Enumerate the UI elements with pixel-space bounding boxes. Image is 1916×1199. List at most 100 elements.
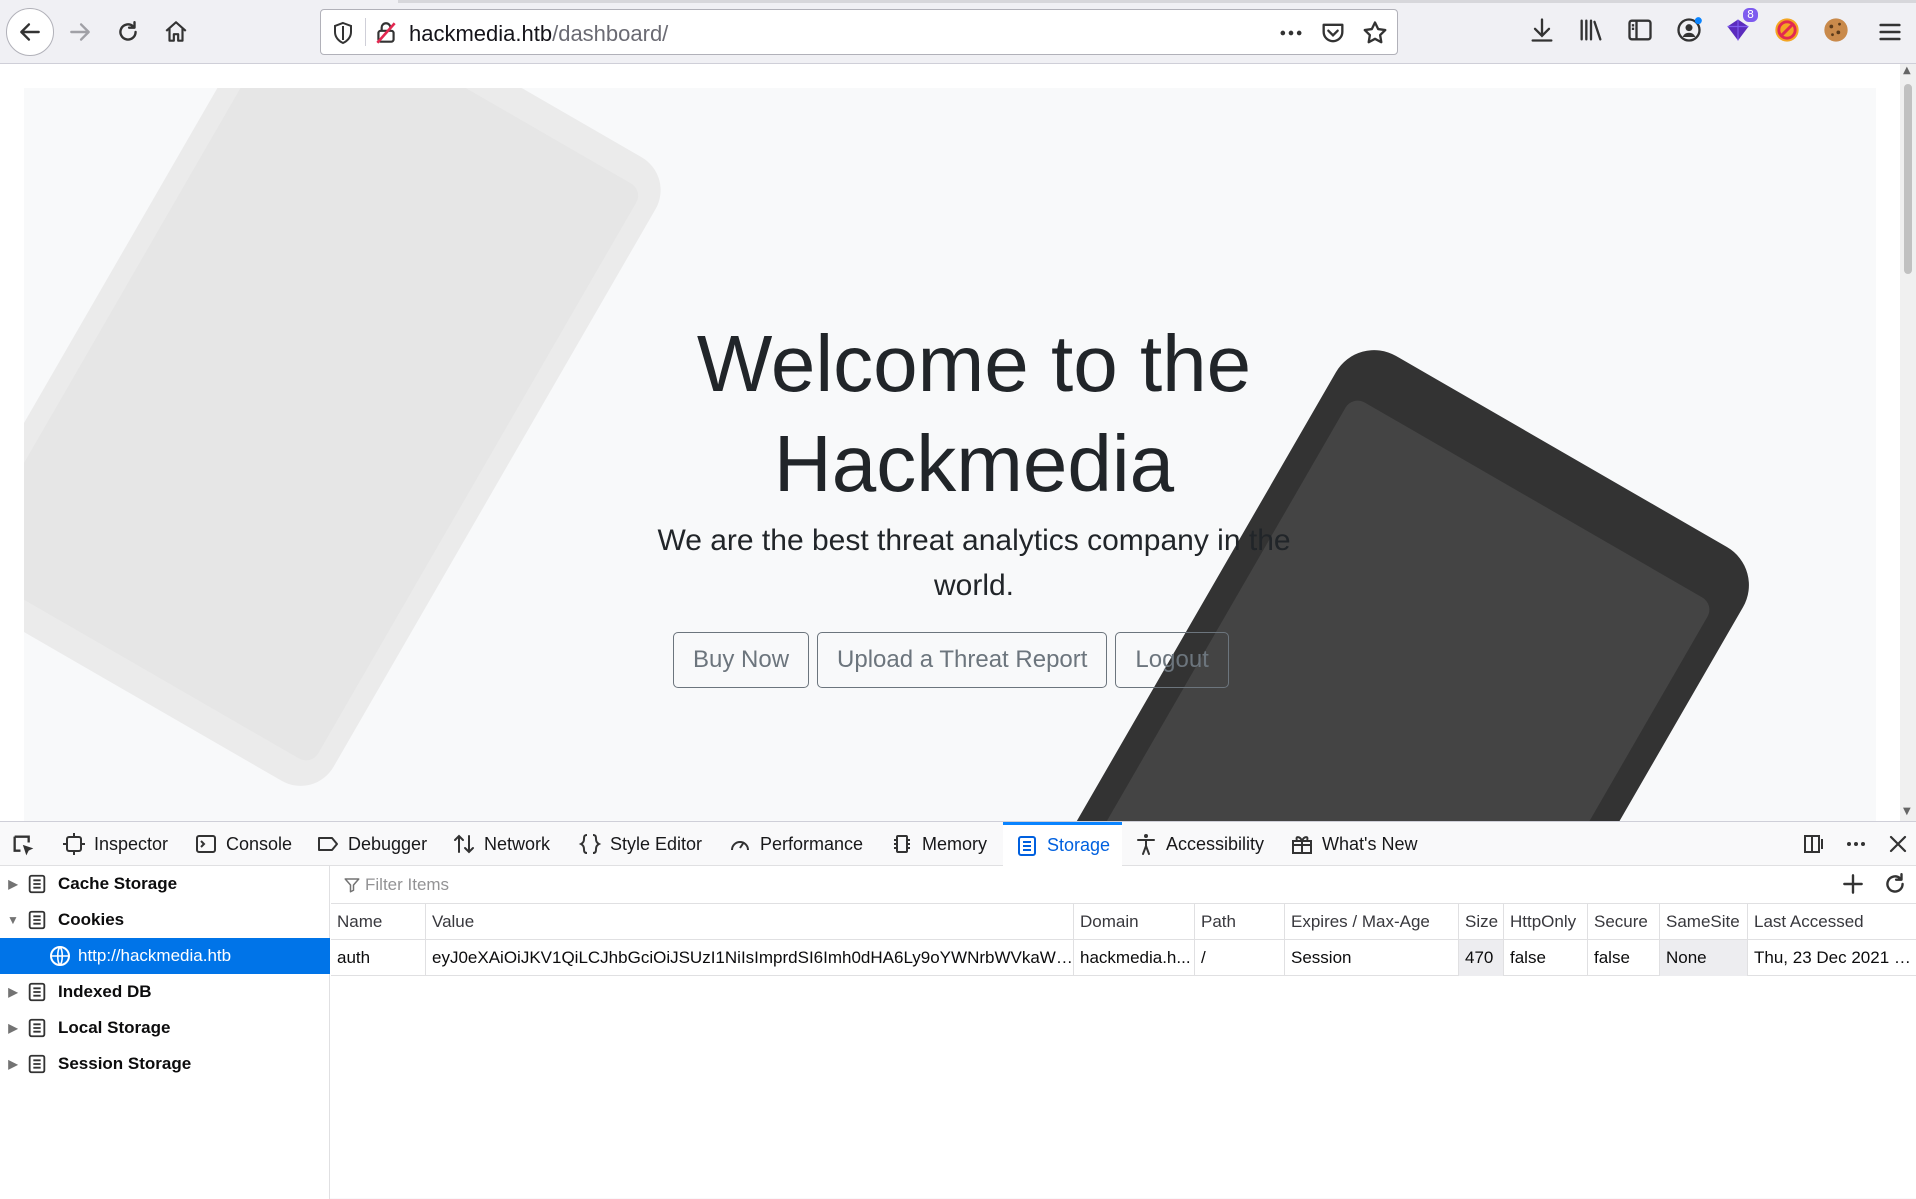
gift-icon [1292,836,1312,854]
sidebar-icon [1628,19,1652,41]
page-scrollbar[interactable]: ▲ ▼ [1900,64,1916,821]
tab-console[interactable]: Console [194,822,292,866]
column-last-accessed-header[interactable]: Last Accessed [1748,904,1916,940]
tree-session-storage[interactable]: ▶ Session Storage [0,1046,330,1082]
cookie-value-cell[interactable]: eyJ0eXAiOiJKV1QiLCJhbGciOiJSUzI1NiIsImpr… [426,940,1074,976]
home-button[interactable] [152,8,200,56]
cookie-last-accessed-cell[interactable]: Thu, 23 Dec 2021 01... [1748,940,1916,976]
insecure-lock-icon[interactable] [373,20,399,46]
cookie-expires-cell[interactable]: Session [1285,940,1459,976]
blocker-extension-button[interactable] [1771,14,1803,46]
scroll-thumb[interactable] [1904,84,1912,274]
arrow-right-icon [70,23,90,41]
refresh-icon[interactable] [1882,871,1908,897]
url-text[interactable]: hackmedia.htb/dashboard/ [409,21,668,47]
cookie-domain-cell[interactable]: hackmedia.h... [1074,940,1195,976]
element-picker-icon[interactable] [10,832,38,860]
blocker-icon [1775,18,1799,42]
cookie-path-cell[interactable]: / [1195,940,1285,976]
filter-bar [331,866,1916,904]
filter-funnel-icon [344,878,360,893]
column-name-header[interactable]: Name [331,904,426,940]
column-expires-header[interactable]: Expires / Max-Age [1285,904,1459,940]
cookie-httponly-cell[interactable]: false [1504,940,1588,976]
storage-db-icon [28,1018,46,1038]
column-size-header[interactable]: Size [1459,904,1504,940]
tab-style-editor[interactable]: Style Editor [578,822,702,866]
tree-cookies[interactable]: ▼ Cookies [0,902,330,938]
table-header: Name Value Domain Path Expires / Max-Age… [331,904,1916,940]
url-separator [365,18,366,46]
tab-debugger[interactable]: Debugger [316,822,427,866]
shield-icon[interactable] [331,21,355,45]
hamburger-menu-icon[interactable] [1876,18,1904,46]
column-domain-header[interactable]: Domain [1074,904,1195,940]
close-devtools-icon[interactable] [1886,832,1910,856]
cookie-extension-button[interactable] [1820,14,1852,46]
more-actions-icon[interactable] [1277,19,1305,47]
storage-db-icon [28,910,46,930]
url-host: hackmedia.htb [409,21,553,46]
tab-accessibility[interactable]: Accessibility [1134,822,1264,866]
pocket-icon[interactable] [1319,19,1347,47]
expand-arrow-icon[interactable]: ▶ [0,1057,26,1071]
collapse-arrow-icon[interactable]: ▼ [0,913,26,927]
tree-local-storage[interactable]: ▶ Local Storage [0,1010,330,1046]
tab-whats-new[interactable]: What's New [1290,822,1417,866]
column-path-header[interactable]: Path [1195,904,1285,940]
add-item-icon[interactable] [1840,871,1866,897]
tab-inspector[interactable]: Inspector [62,822,168,866]
tree-cookies-label: Cookies [58,910,125,929]
cookie-size-cell[interactable]: 470 [1459,940,1504,976]
storage-icon [1018,835,1036,856]
tab-performance[interactable]: Performance [728,822,863,866]
library-button[interactable] [1575,14,1607,46]
cookie-secure-cell[interactable]: false [1588,940,1660,976]
scroll-down-arrow[interactable]: ▼ [1903,807,1913,817]
tree-cache-storage[interactable]: ▶ Cache Storage [0,866,330,902]
column-secure-header[interactable]: Secure [1588,904,1660,940]
sidebar-toggle-button[interactable] [1624,14,1656,46]
reload-button[interactable] [104,8,152,56]
filter-items-input[interactable] [365,873,1565,897]
storage-sidebar: ▶ Cache Storage ▼ Cookies http://hackmed… [0,866,330,1199]
reload-icon [119,21,137,41]
braces-icon [578,834,602,854]
downloads-button[interactable] [1526,14,1558,46]
expand-arrow-icon[interactable]: ▶ [0,877,26,891]
tree-indexed-db[interactable]: ▶ Indexed DB [0,974,330,1010]
expand-arrow-icon[interactable]: ▶ [0,1021,26,1035]
expand-arrow-icon[interactable]: ▶ [0,985,26,999]
logout-button[interactable]: Logout [1115,632,1229,688]
extension-badge: 8 [1743,8,1758,22]
scroll-up-arrow[interactable]: ▲ [1903,66,1913,76]
tab-memory[interactable]: Memory [890,822,987,866]
url-bar[interactable]: hackmedia.htb/dashboard/ [320,9,1398,55]
table-row[interactable]: auth eyJ0eXAiOiJKV1QiLCJhbGciOiJSUzI1NiI… [331,940,1916,976]
back-button[interactable] [6,8,54,56]
buy-now-button[interactable]: Buy Now [673,632,810,688]
cookie-name-cell[interactable]: auth [331,940,426,976]
account-button[interactable] [1673,14,1705,46]
dock-side-icon[interactable] [1802,832,1826,856]
extension-button[interactable]: 8 [1722,8,1758,46]
tree-indexed-db-label: Indexed DB [58,982,152,1001]
tab-console-label: Console [226,833,293,854]
debugger-icon [318,837,338,851]
tree-cookies-host[interactable]: http://hackmedia.htb [0,938,330,974]
cookie-samesite-cell[interactable]: None [1660,940,1748,976]
forward-button[interactable] [56,8,104,56]
column-samesite-header[interactable]: SameSite [1660,904,1748,940]
tab-storage[interactable]: Storage [1003,822,1122,866]
memory-chip-icon [894,835,910,853]
hero-subtitle: We are the best threat analytics company… [657,524,1291,602]
devtools-more-icon[interactable] [1844,832,1868,856]
tree-cookies-host-label: http://hackmedia.htb [78,946,232,965]
download-icon [1531,18,1553,42]
column-value-header[interactable]: Value [426,904,1074,940]
tab-network[interactable]: Network [452,822,550,866]
column-httponly-header[interactable]: HttpOnly [1504,904,1588,940]
upload-threat-report-button[interactable]: Upload a Threat Report [817,632,1108,688]
tree-cache-storage-label: Cache Storage [58,874,178,893]
bookmark-star-icon[interactable] [1361,19,1389,47]
